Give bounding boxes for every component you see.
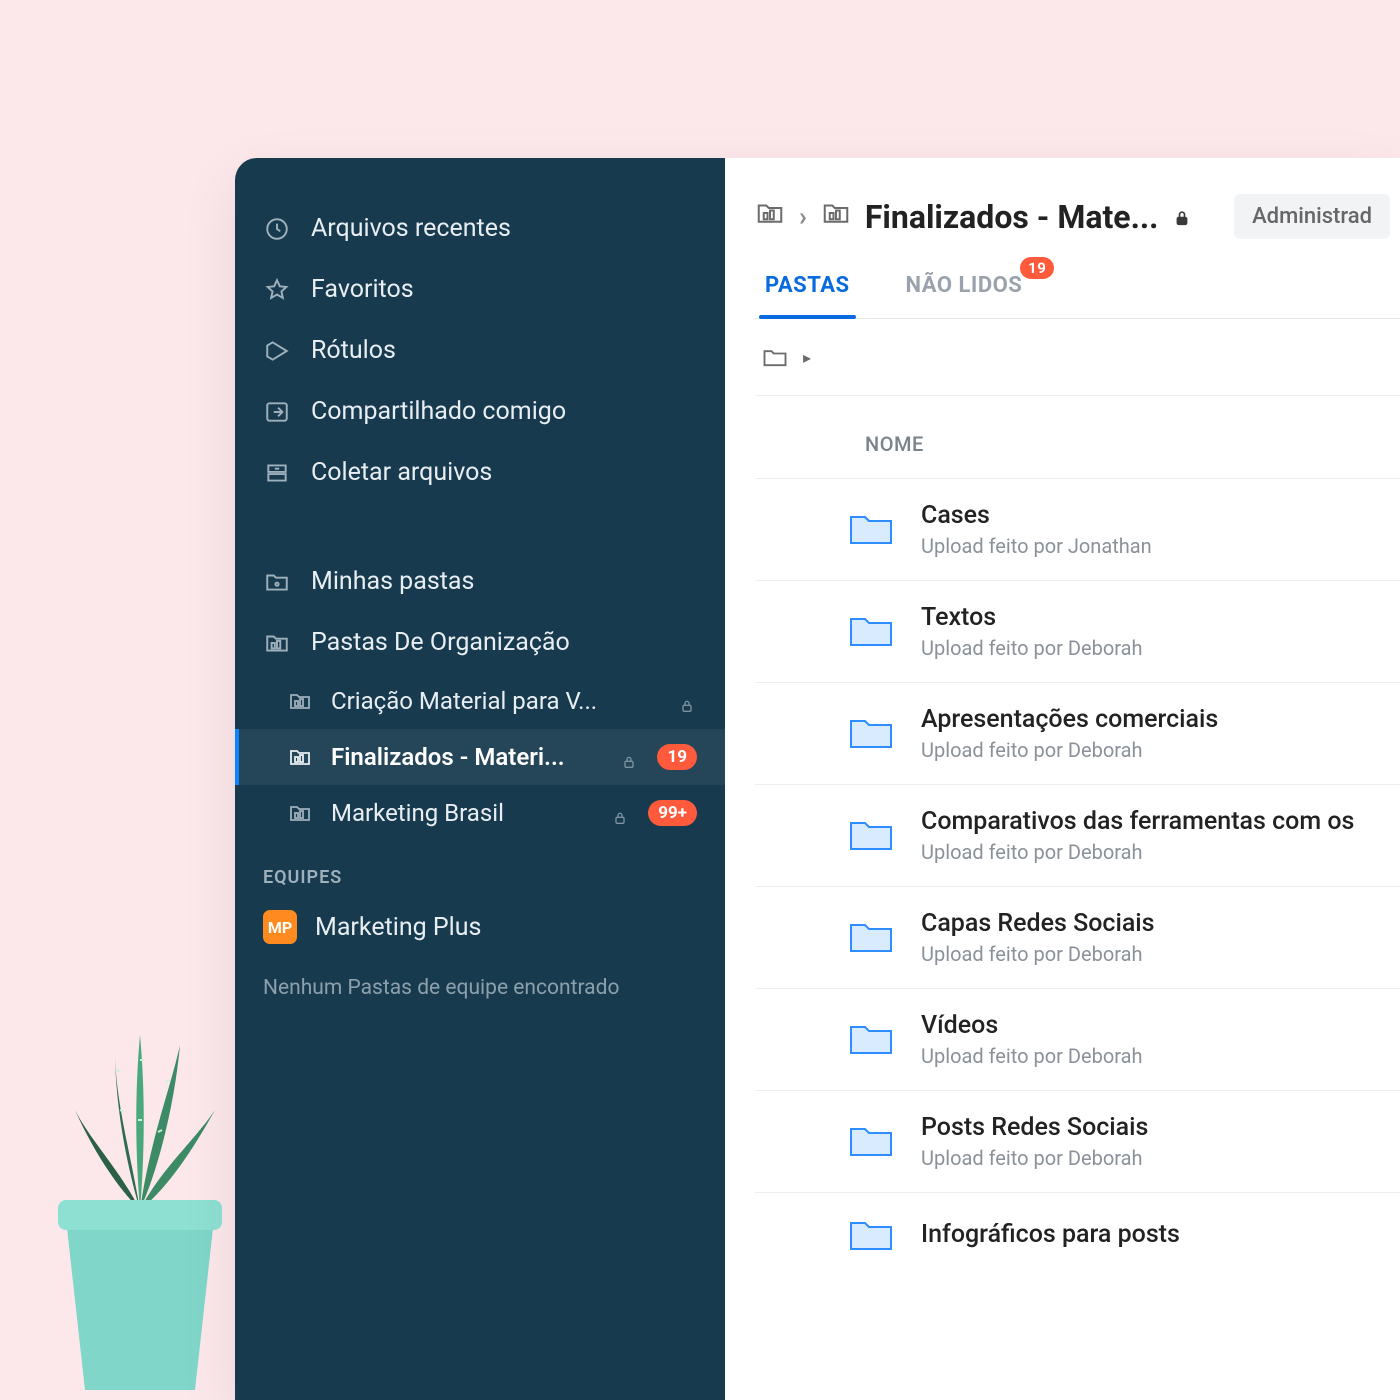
folder-row[interactable]: Posts Redes Sociais Upload feito por Deb…	[755, 1091, 1400, 1193]
folder-row[interactable]: Vídeos Upload feito por Deborah	[755, 989, 1400, 1091]
triangle-right-icon: ▸	[803, 348, 811, 367]
nav-org-folders[interactable]: Pastas De Organização	[235, 612, 725, 673]
org-folder-label: Marketing Brasil	[331, 799, 594, 827]
team-item[interactable]: MP Marketing Plus	[235, 900, 725, 954]
folder-name: Capas Redes Sociais	[921, 909, 1155, 938]
org-subfolder-icon	[287, 744, 313, 770]
org-folder-item-active[interactable]: Finalizados - Materi... 19	[235, 729, 725, 785]
folder-name: Textos	[921, 603, 1143, 632]
org-folder-item[interactable]: Criação Material para V...	[235, 673, 725, 729]
nav-label: Compartilhado comigo	[311, 397, 566, 426]
folder-name: Apresentações comerciais	[921, 705, 1218, 734]
folder-path-bar[interactable]: ▸	[755, 319, 1400, 396]
breadcrumb-title: Finalizados - Mate...	[865, 198, 1159, 236]
folder-user-icon	[263, 568, 291, 596]
nav-shared-with-me[interactable]: Compartilhado comigo	[235, 381, 725, 442]
nav-favorites[interactable]: Favoritos	[235, 259, 725, 320]
lock-icon	[1172, 198, 1192, 236]
sidebar: Arquivos recentes Favoritos Rótulos Comp…	[235, 158, 725, 1400]
folder-uploader: Upload feito por Deborah	[921, 840, 1354, 864]
org-folder-label: Criação Material para V...	[331, 687, 661, 715]
folder-row[interactable]: Cases Upload feito por Jonathan	[755, 479, 1400, 581]
folder-row[interactable]: Infográficos para posts	[755, 1193, 1400, 1279]
org-subfolder-icon	[287, 800, 313, 826]
chevron-right-icon: ›	[799, 202, 807, 232]
folder-icon	[849, 713, 893, 755]
org-folder-item[interactable]: Marketing Brasil 99+	[235, 785, 725, 841]
decorative-plant	[20, 990, 260, 1400]
folder-row[interactable]: Textos Upload feito por Deborah	[755, 581, 1400, 683]
app-window: Arquivos recentes Favoritos Rótulos Comp…	[235, 158, 1400, 1400]
tag-icon	[263, 337, 291, 365]
folder-uploader: Upload feito por Deborah	[921, 1044, 1143, 1068]
folder-row[interactable]: Capas Redes Sociais Upload feito por Deb…	[755, 887, 1400, 989]
tab-unread-label: NÃO LIDOS	[906, 273, 1023, 298]
breadcrumb-folder-icon[interactable]	[821, 198, 851, 236]
column-header-name: NOME	[755, 396, 1400, 479]
folder-name: Cases	[921, 501, 1152, 530]
breadcrumb-root-icon[interactable]	[755, 198, 785, 236]
folder-icon	[849, 509, 893, 551]
folder-uploader: Upload feito por Deborah	[921, 942, 1155, 966]
tab-folders[interactable]: PASTAS	[761, 273, 854, 318]
folder-name: Infográficos para posts	[921, 1220, 1180, 1249]
nav-label: Coletar arquivos	[311, 458, 492, 487]
folder-uploader: Upload feito por Deborah	[921, 636, 1143, 660]
folder-icon	[849, 1215, 893, 1257]
unread-badge: 99+	[648, 800, 697, 826]
share-in-icon	[263, 398, 291, 426]
folder-name: Comparativos das ferramentas com os	[921, 807, 1354, 836]
folder-uploader: Upload feito por Deborah	[921, 1146, 1148, 1170]
team-empty-message: Nenhum Pastas de equipe encontrado	[235, 954, 725, 1022]
tab-unread-badge: 19	[1020, 257, 1054, 279]
main-panel: › Finalizados - Mate... Administrad PAST…	[725, 158, 1400, 1400]
nav-label: Rótulos	[311, 336, 396, 365]
breadcrumb: › Finalizados - Mate... Administrad	[755, 194, 1400, 239]
folder-icon	[849, 815, 893, 857]
nav-label: Favoritos	[311, 275, 414, 304]
inbox-icon	[263, 459, 291, 487]
clock-icon	[263, 215, 291, 243]
folder-uploader: Upload feito por Deborah	[921, 738, 1218, 762]
tab-unread[interactable]: NÃO LIDOS 19	[902, 273, 1027, 318]
nav-my-folders[interactable]: Minhas pastas	[235, 551, 725, 612]
nav-collect-files[interactable]: Coletar arquivos	[235, 442, 725, 503]
nav-label: Arquivos recentes	[311, 214, 511, 243]
unread-badge: 19	[657, 744, 697, 770]
folder-uploader: Upload feito por Jonathan	[921, 534, 1152, 558]
lock-icon	[612, 804, 630, 822]
folder-icon	[849, 1121, 893, 1163]
nav-labels[interactable]: Rótulos	[235, 320, 725, 381]
folder-row[interactable]: Comparativos das ferramentas com os Uplo…	[755, 785, 1400, 887]
nav-label: Pastas De Organização	[311, 628, 570, 657]
lock-icon	[679, 692, 697, 710]
folder-row[interactable]: Apresentações comerciais Upload feito po…	[755, 683, 1400, 785]
tabs: PASTAS NÃO LIDOS 19	[755, 273, 1400, 319]
folder-icon	[849, 611, 893, 653]
team-avatar: MP	[263, 910, 297, 944]
folder-name: Vídeos	[921, 1011, 1143, 1040]
team-name: Marketing Plus	[315, 913, 481, 942]
teams-header: EQUIPES	[235, 841, 725, 900]
folder-icon	[849, 917, 893, 959]
nav-recent-files[interactable]: Arquivos recentes	[235, 198, 725, 259]
nav-label: Minhas pastas	[311, 567, 474, 596]
folder-icon	[849, 1019, 893, 1061]
star-icon	[263, 276, 291, 304]
org-folder-icon	[263, 629, 291, 657]
folder-name: Posts Redes Sociais	[921, 1113, 1148, 1142]
org-folder-label: Finalizados - Materi...	[331, 743, 603, 771]
lock-icon	[621, 748, 639, 766]
folder-outline-icon	[761, 343, 789, 371]
role-chip[interactable]: Administrad	[1234, 194, 1390, 239]
org-subfolder-icon	[287, 688, 313, 714]
